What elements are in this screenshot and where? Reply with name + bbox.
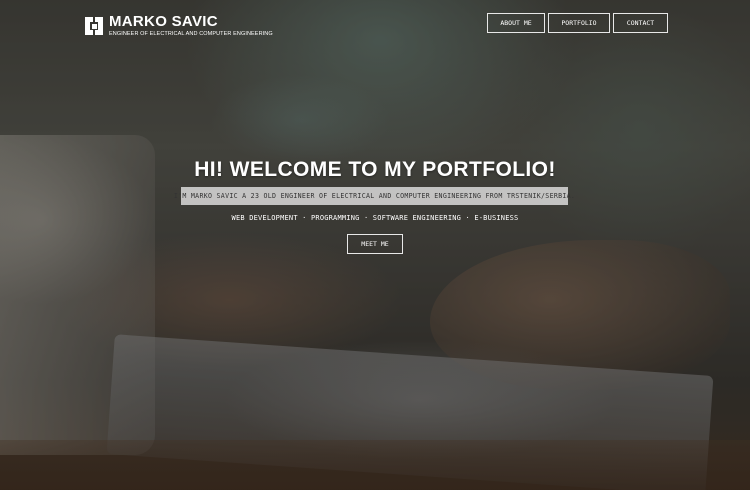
brand-tagline: ENGINEER OF ELECTRICAL AND COMPUTER ENGI… xyxy=(109,31,273,37)
nav-portfolio-button[interactable]: PORTFOLIO xyxy=(548,13,610,33)
main-nav: ABOUT ME PORTFOLIO CONTACT xyxy=(487,13,668,33)
nav-contact-button[interactable]: CONTACT xyxy=(613,13,668,33)
meet-me-button[interactable]: MEET ME xyxy=(347,234,403,254)
logo-mark-icon xyxy=(85,17,103,35)
brand-logo[interactable]: MARKO SAVIC ENGINEER OF ELECTRICAL AND C… xyxy=(85,14,273,38)
hero-skills: WEB DEVELOPMENT · PROGRAMMING · SOFTWARE… xyxy=(231,214,519,222)
hero-intro: I'M MARKO SAVIC A 23 OLD ENGINEER OF ELE… xyxy=(174,187,575,205)
brand-name: MARKO SAVIC xyxy=(109,13,218,30)
nav-about-me-button[interactable]: ABOUT ME xyxy=(487,13,545,33)
hero-title: HI! WELCOME TO MY PORTFOLIO! xyxy=(194,158,556,181)
